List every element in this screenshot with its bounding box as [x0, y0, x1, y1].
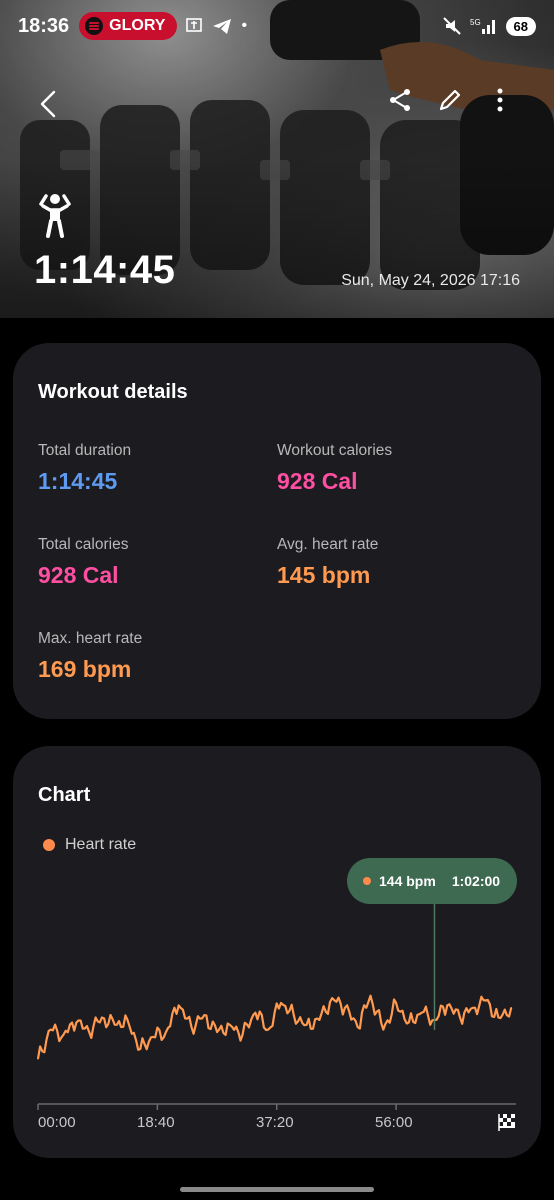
heart-rate-point	[280, 1002, 282, 1004]
heart-rate-point	[229, 1023, 231, 1026]
workout-duration-headline: 1:14:45	[34, 248, 176, 292]
chart-tooltip: 144 bpm 1:02:00	[347, 858, 517, 904]
hero-gradient-overlay	[0, 158, 554, 318]
mute-icon	[442, 17, 461, 35]
heart-rate-point	[165, 1031, 167, 1033]
heart-rate-point	[382, 1028, 385, 1031]
status-bar: 18:36 GLORY • 5G 68	[0, 0, 554, 52]
heart-rate-point	[497, 1016, 500, 1019]
telegram-icon	[213, 19, 232, 34]
heart-rate-point	[126, 1019, 129, 1021]
heart-rate-point	[216, 1031, 218, 1033]
translate-notification-icon	[186, 18, 203, 32]
stat-value: 145 bpm	[277, 562, 371, 588]
heart-rate-point	[420, 1011, 423, 1014]
workout-details-title: Workout details	[38, 381, 188, 403]
more-notifications-dot-icon: •	[241, 17, 248, 34]
x-tick-label: 18:40	[137, 1114, 175, 1131]
heart-rate-point	[267, 1028, 270, 1031]
heart-rate-point	[254, 1011, 257, 1014]
next-section-peek	[0, 1160, 554, 1200]
heart-rate-point	[75, 1021, 78, 1024]
edit-pencil-icon[interactable]	[436, 86, 464, 114]
more-options-icon[interactable]	[486, 86, 514, 114]
spotify-icon	[85, 17, 104, 35]
heart-rate-point	[113, 1023, 116, 1026]
home-gesture-bar[interactable]	[180, 1187, 374, 1192]
stat-value: 928 Cal	[38, 562, 119, 588]
svg-text:5G: 5G	[470, 18, 481, 27]
workout-date: Sun, May 24, 2026 17:16	[341, 272, 520, 289]
status-time: 18:36	[18, 14, 70, 37]
stat-label: Total calories	[38, 536, 129, 553]
heart-rate-point	[88, 1031, 90, 1033]
battery-indicator: 68	[505, 16, 536, 36]
x-tick-label: 00:00	[38, 1114, 76, 1131]
heart-rate-point	[318, 1019, 321, 1021]
stat-workout-calories: Workout calories 928 Cal	[277, 442, 392, 495]
finish-flag-icon	[498, 1114, 515, 1131]
heart-rate-chart-card: Chart Heart rate 144 bpm 1:02:00 00:00 1…	[13, 746, 541, 1158]
heart-rate-point	[408, 1021, 410, 1024]
stat-label: Workout calories	[277, 442, 393, 459]
stat-value: 928 Cal	[277, 468, 358, 494]
heart-rate-point	[139, 1048, 142, 1050]
heart-rate-point	[292, 1014, 295, 1016]
stat-label: Avg. heart rate	[277, 536, 379, 553]
spotify-now-playing-pill[interactable]: GLORY	[79, 12, 178, 40]
stat-label: Total duration	[38, 442, 132, 459]
x-tick-label: 56:00	[375, 1114, 413, 1131]
heart-rate-point	[395, 1002, 397, 1004]
heart-rate-point	[459, 1016, 461, 1019]
stat-total-calories: Total calories 928 Cal	[38, 536, 128, 589]
heart-rate-point	[331, 997, 333, 999]
stat-value: 169 bpm	[38, 656, 132, 682]
heart-rate-point	[305, 1023, 308, 1026]
header-actions	[386, 86, 514, 114]
stat-max-heart-rate: Max. heart rate 169 bpm	[38, 630, 142, 683]
heart-rate-point	[62, 1033, 65, 1036]
heart-rate-point	[446, 1004, 449, 1007]
stat-value: 1:14:45	[38, 468, 118, 494]
heart-rate-point	[369, 994, 372, 997]
x-tick-label: 37:20	[256, 1114, 294, 1131]
share-icon[interactable]	[386, 86, 414, 114]
tooltip-value: 144 bpm	[379, 873, 436, 889]
spotify-track-label: GLORY	[109, 17, 166, 34]
stat-total-duration: Total duration 1:14:45	[38, 442, 131, 495]
heart-rate-point	[241, 1033, 244, 1036]
heart-rate-point	[344, 1007, 346, 1009]
back-arrow-icon[interactable]	[36, 88, 64, 120]
heart-rate-series-line	[36, 994, 513, 1059]
cell-signal-icon: 5G	[470, 18, 495, 34]
heart-rate-point	[510, 1007, 513, 1009]
weightlifting-icon	[39, 194, 71, 238]
heart-rate-point	[484, 999, 487, 1002]
tooltip-dot-icon	[363, 877, 371, 885]
heart-rate-point	[101, 1016, 103, 1019]
tooltip-time: 1:02:00	[451, 873, 501, 889]
heart-rate-point	[37, 1057, 39, 1060]
heart-rate-point	[472, 1007, 474, 1009]
heart-rate-point	[49, 1028, 52, 1031]
heart-rate-chart[interactable]	[13, 746, 541, 1158]
stat-avg-heart-rate: Avg. heart rate 145 bpm	[277, 536, 378, 589]
heart-rate-point	[356, 1026, 359, 1029]
status-right-icons: 5G 68	[442, 16, 536, 36]
heart-rate-point	[152, 1036, 154, 1038]
stat-label: Max. heart rate	[38, 630, 143, 647]
heart-rate-point	[190, 1026, 193, 1029]
workout-details-card: Workout details Total duration 1:14:45 W…	[13, 343, 541, 719]
heart-rate-point	[203, 1014, 206, 1016]
heart-rate-point	[177, 1004, 180, 1007]
